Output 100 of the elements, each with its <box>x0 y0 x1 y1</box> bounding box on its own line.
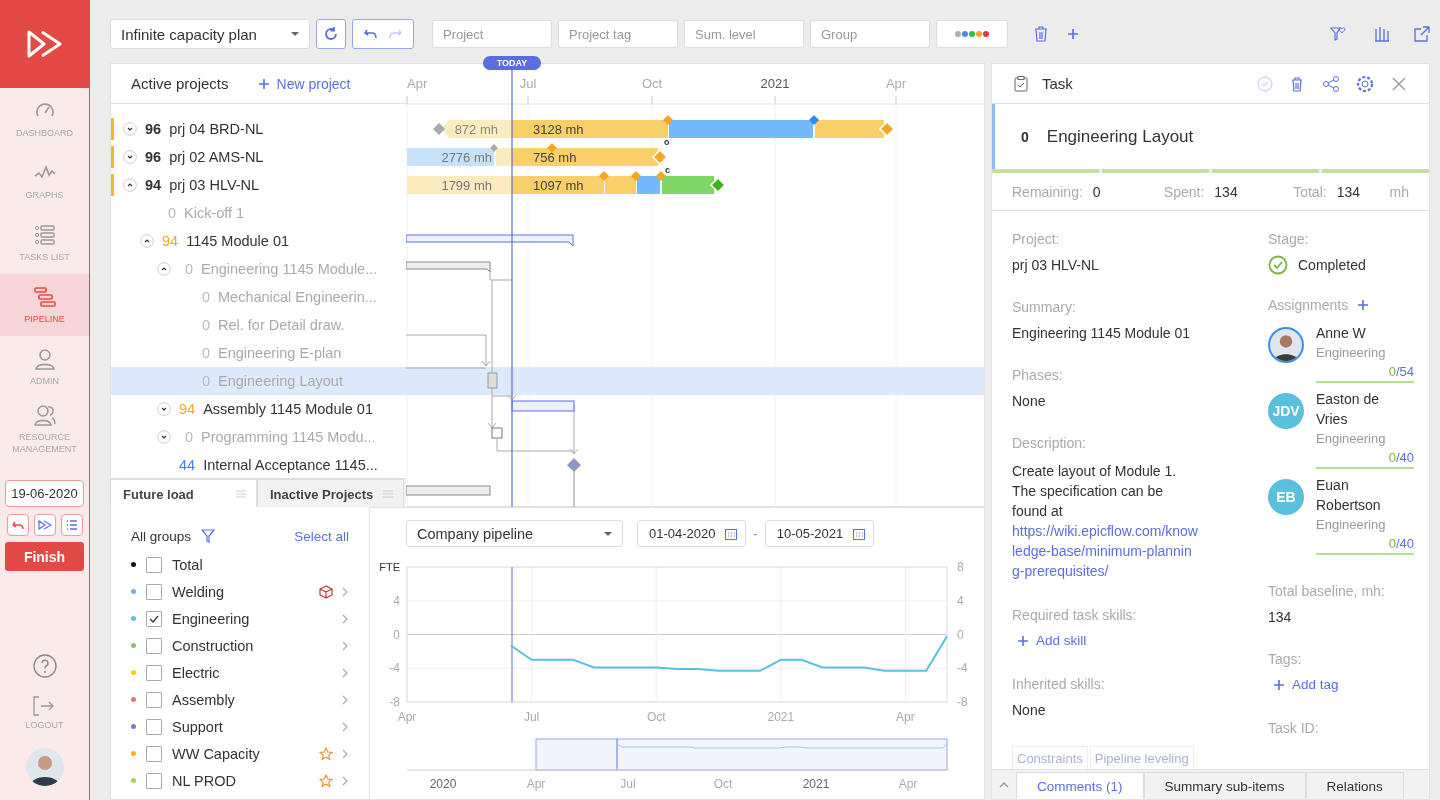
chevron-icon[interactable] <box>341 748 349 759</box>
tree-row[interactable]: 94 1145 Module 01 <box>111 227 406 255</box>
date-field[interactable]: 10-05-2021 <box>764 520 874 547</box>
add-link[interactable]: Add tag <box>1292 677 1339 692</box>
gantt-bar[interactable] <box>406 485 491 496</box>
columns-icon[interactable] <box>1374 26 1390 42</box>
gantt-bar[interactable]: 872 mh <box>441 120 512 138</box>
checkbox[interactable] <box>146 610 162 627</box>
bottom-tab[interactable]: Comments (1) <box>1016 772 1144 799</box>
chevron-icon[interactable] <box>341 775 349 786</box>
color-filter[interactable] <box>936 20 1008 48</box>
gantt-bar[interactable] <box>491 427 503 439</box>
range-navigator[interactable] <box>535 738 948 771</box>
tree-row[interactable]: 96 prj 02 AMS-NL <box>111 143 406 171</box>
plan-select[interactable]: Infinite capacity plan <box>110 19 310 49</box>
panel-tab[interactable]: Future load <box>110 479 257 508</box>
star-icon[interactable] <box>319 773 333 788</box>
add-link[interactable]: Add skill <box>1036 633 1087 648</box>
toggle-icon[interactable] <box>123 150 137 164</box>
toggle-icon[interactable] <box>123 122 137 136</box>
gantt-bar[interactable]: 1097 mh <box>512 176 604 194</box>
gantt-bar[interactable] <box>406 234 574 247</box>
toggle-icon[interactable] <box>157 430 171 444</box>
add-icon[interactable] <box>1358 300 1369 310</box>
panel-tab[interactable]: Inactive Projects <box>257 479 404 508</box>
help-icon[interactable] <box>32 654 57 678</box>
star-icon[interactable] <box>319 746 333 761</box>
description-link[interactable]: https://wiki.epicflow.com/knowledge-base/minimum-planning-prerequisites/ <box>1012 521 1198 581</box>
tree-row[interactable]: 0 Rel. for Detail draw. <box>111 311 406 339</box>
logo-block[interactable] <box>0 0 89 88</box>
undo-button[interactable] <box>6 514 29 536</box>
gantt-bar[interactable] <box>406 261 491 273</box>
undo-icon[interactable] <box>364 29 378 39</box>
nav-item[interactable]: PIPELINE <box>0 274 89 336</box>
tree-row[interactable]: 94 Assembly 1145 Module 01 <box>111 395 406 423</box>
filter-icon[interactable] <box>1330 26 1346 42</box>
chevron-icon[interactable] <box>341 613 349 624</box>
new-project-link[interactable]: New project <box>276 75 351 92</box>
checkbox[interactable] <box>146 556 162 573</box>
refresh-button[interactable] <box>316 19 346 49</box>
tree-row[interactable]: 44 Internal Acceptance 1145... <box>111 451 406 478</box>
chevron-icon[interactable] <box>341 640 349 651</box>
score: 94 <box>162 233 179 249</box>
gantt-bar[interactable]: 3128 mh <box>512 120 668 138</box>
tree-row[interactable]: 0 Kick-off 1 <box>111 199 406 227</box>
settings-icon[interactable] <box>1355 74 1375 93</box>
tree-row[interactable]: 94 prj 03 HLV-NL <box>111 171 406 199</box>
gantt-bar[interactable] <box>496 148 512 166</box>
toggle-icon[interactable] <box>123 178 137 192</box>
collapse-caret-icon[interactable] <box>999 780 1009 789</box>
view-select[interactable]: Company pipeline <box>406 520 623 547</box>
chevron-icon[interactable] <box>341 694 349 705</box>
share-icon[interactable] <box>1321 75 1341 92</box>
check-circle-icon[interactable] <box>1257 75 1273 92</box>
plus-icon[interactable] <box>1274 679 1284 690</box>
tree-row[interactable]: 0 Engineering 1145 Module... <box>111 255 406 283</box>
checkbox[interactable] <box>146 583 162 600</box>
bottom-tab[interactable]: Relations <box>1305 772 1404 799</box>
checkbox[interactable] <box>146 637 162 654</box>
date-field[interactable]: 19-06-2020 <box>5 480 84 507</box>
tree-row[interactable]: 0 Programming 1145 Modu... <box>111 423 406 451</box>
checkbox[interactable] <box>146 745 162 762</box>
chevron-icon[interactable] <box>341 586 349 597</box>
gantt-bar[interactable] <box>487 372 498 389</box>
checkbox[interactable] <box>146 664 162 681</box>
filter-icon[interactable] <box>201 529 216 543</box>
tree-row[interactable]: 0 Engineering E-plan <box>111 339 406 367</box>
redo-icon[interactable] <box>388 29 402 39</box>
toggle-icon[interactable] <box>140 234 154 248</box>
select-all-link[interactable]: Select all <box>294 528 349 544</box>
finish-button[interactable]: Finish <box>5 542 84 571</box>
filter-field[interactable]: Group <box>810 20 930 48</box>
chevron-icon[interactable] <box>341 667 349 678</box>
chevron-icon[interactable] <box>341 721 349 732</box>
fast-forward-button[interactable] <box>33 514 56 536</box>
bottom-tab[interactable]: Summary sub-items <box>1143 772 1306 799</box>
toggle-icon[interactable] <box>157 402 171 416</box>
filter-field[interactable]: Sum. level <box>684 20 804 48</box>
axis-label: 2020 <box>429 777 457 791</box>
plus-icon[interactable] <box>258 78 269 89</box>
gantt-bar[interactable] <box>511 400 575 412</box>
gantt-bar[interactable]: 756 mh <box>512 148 658 166</box>
user-avatar[interactable] <box>25 748 64 786</box>
plus-icon[interactable] <box>1018 635 1028 646</box>
filter-field[interactable]: Project <box>432 20 552 48</box>
tree-row[interactable]: 96 prj 04 BRD-NL <box>111 115 406 143</box>
toggle-icon[interactable] <box>157 262 171 276</box>
date-field[interactable]: 01-04-2020 <box>637 520 746 547</box>
tree-row[interactable]: 0 Mechanical Engineerin... <box>111 283 406 311</box>
list-button[interactable] <box>60 514 83 536</box>
gantt-bar[interactable]: 2776 mh <box>407 148 494 166</box>
trash-icon[interactable] <box>1034 26 1048 42</box>
gantt-bar[interactable] <box>605 176 636 194</box>
export-icon[interactable] <box>1414 26 1430 42</box>
checkbox[interactable] <box>146 691 162 708</box>
filter-field[interactable]: Project tag <box>558 20 678 48</box>
checkbox[interactable] <box>146 772 162 789</box>
add-icon[interactable] <box>1068 29 1078 39</box>
checkbox[interactable] <box>146 718 162 735</box>
gantt-bar[interactable]: 1799 mh <box>407 176 512 194</box>
